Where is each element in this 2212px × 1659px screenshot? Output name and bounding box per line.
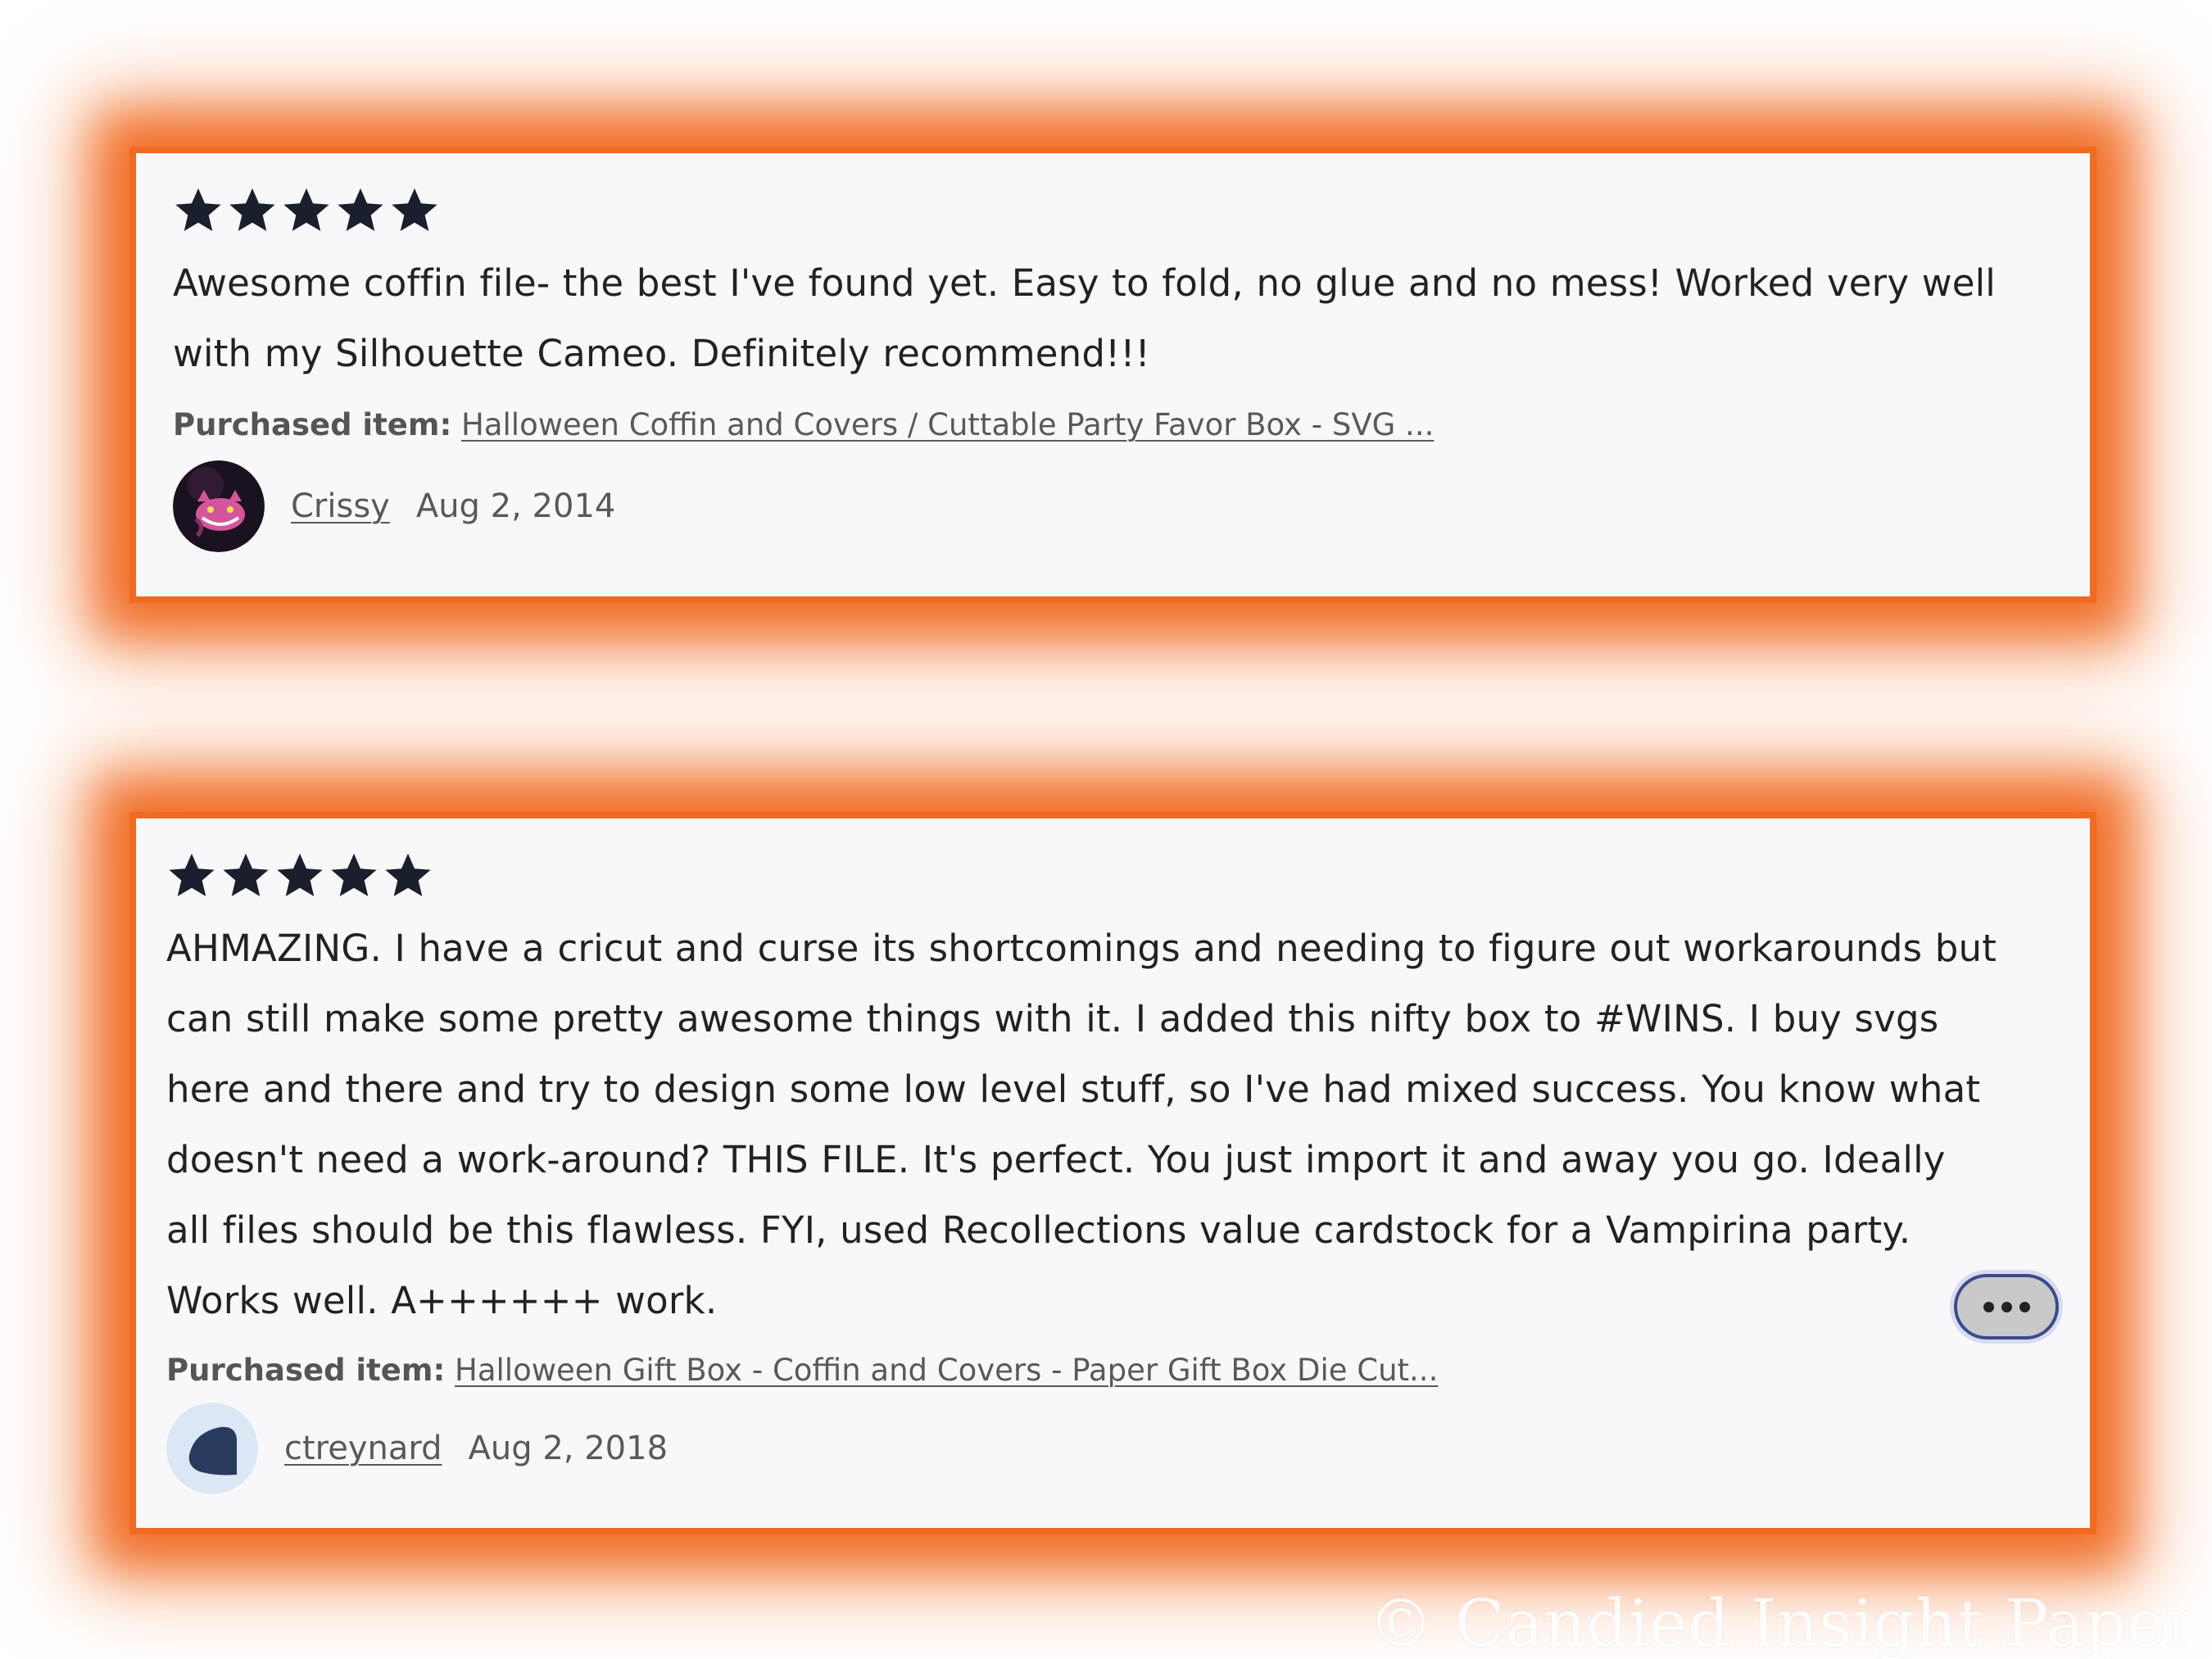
purchased-item: Purchased item: Halloween Coffin and Cov… [173,407,2057,442]
review-byline: ctreynard Aug 2, 2018 [166,1403,2051,1494]
star-icon [166,850,217,901]
star-icon [281,185,332,236]
review-date: Aug 2, 2014 [415,487,616,525]
review-text: Awesome coffin file- the best I've found… [173,261,1996,375]
author-link[interactable]: Crissy [291,487,390,525]
default-user-avatar-icon[interactable] [166,1403,258,1494]
star-icon [274,850,325,901]
ellipsis-icon [2019,1301,2030,1312]
more-options-button[interactable] [1954,1274,2059,1339]
canvas: Awesome coffin file- the best I've found… [0,0,2212,1659]
purchased-item-link[interactable]: Halloween Coffin and Covers / Cuttable P… [461,407,1434,442]
star-rating [173,186,2057,235]
ellipsis-icon [2001,1301,2012,1312]
purchased-item-label: Purchased item: [166,1353,446,1388]
review-text: AHMAZING. I have a cricut and curse its … [166,927,1997,1322]
purchased-item-link[interactable]: Halloween Gift Box - Coffin and Covers -… [455,1353,1438,1388]
review-date: Aug 2, 2018 [468,1430,669,1467]
watermark: © Candied Insight Paper Z [1368,1585,2187,1659]
star-icon [383,850,433,901]
review-card: Awesome coffin file- the best I've found… [136,153,2090,596]
review-card: AHMAZING. I have a cricut and curse its … [136,818,2090,1528]
star-rating [166,851,2051,900]
purchased-item: Purchased item: Halloween Gift Box - Cof… [166,1353,2051,1388]
star-icon [173,185,224,236]
review-byline: Crissy Aug 2, 2014 [173,460,2057,552]
star-icon [329,850,379,901]
purchased-item-label: Purchased item: [173,407,452,442]
cheshire-cat-avatar-icon[interactable] [173,460,265,552]
author-link[interactable]: ctreynard [284,1430,442,1467]
star-icon [389,185,440,236]
star-icon [335,185,386,236]
star-icon [220,850,271,901]
star-icon [227,185,278,236]
ellipsis-icon [1983,1301,1994,1312]
